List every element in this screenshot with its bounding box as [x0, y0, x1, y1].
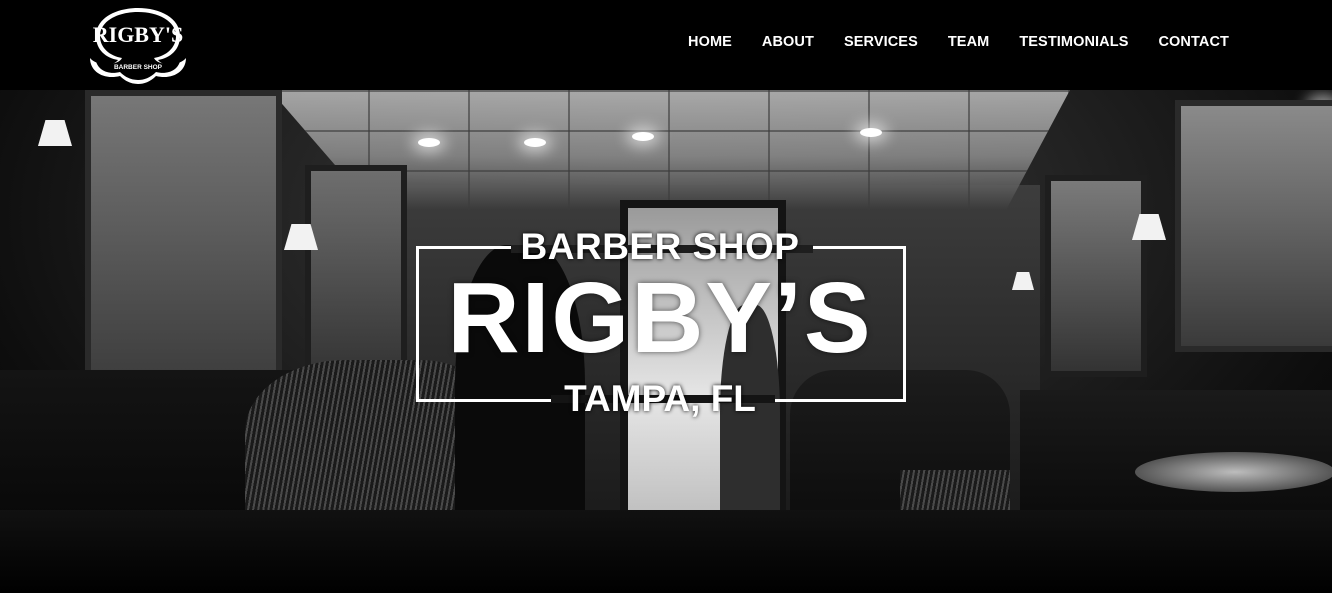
main-nav: HOME ABOUT SERVICES TEAM TESTIMONIALS CO…	[688, 0, 1229, 84]
emblem-location: TAMPA, FL	[564, 378, 756, 419]
site-header: RIGBY'S BARBER SHOP HOME ABOUT SERVICES …	[0, 0, 1332, 90]
nav-testimonials[interactable]: TESTIMONIALS	[1019, 34, 1128, 50]
sink	[1135, 452, 1332, 492]
wall-mirror	[1175, 100, 1332, 352]
wall-mirror	[85, 90, 282, 382]
ceiling-light	[632, 132, 654, 141]
ceiling-light	[418, 138, 440, 147]
hero-emblem: BARBER SHOP RIGBY’S TAMPA, FL	[416, 226, 906, 426]
site-logo[interactable]: RIGBY'S BARBER SHOP	[86, 6, 190, 84]
nav-home[interactable]: HOME	[688, 34, 732, 50]
nav-team[interactable]: TEAM	[948, 34, 989, 50]
ceiling-light	[860, 128, 882, 137]
nav-services[interactable]: SERVICES	[844, 34, 918, 50]
nav-contact[interactable]: CONTACT	[1158, 34, 1229, 50]
wall-lamp	[38, 120, 72, 146]
wall-mirror	[1045, 175, 1147, 377]
floor	[0, 510, 1332, 593]
hero-title: RIGBY’S	[447, 262, 873, 374]
logo-badge-icon: RIGBY'S BARBER SHOP	[90, 8, 186, 84]
svg-text:RIGBY'S: RIGBY'S	[93, 22, 183, 47]
ceiling-light	[524, 138, 546, 147]
nav-about[interactable]: ABOUT	[762, 34, 814, 50]
svg-text:BARBER SHOP: BARBER SHOP	[114, 64, 163, 71]
hero-section: BARBER SHOP RIGBY’S TAMPA, FL	[0, 90, 1332, 593]
emblem-bottom: TAMPA, FL	[416, 378, 904, 420]
